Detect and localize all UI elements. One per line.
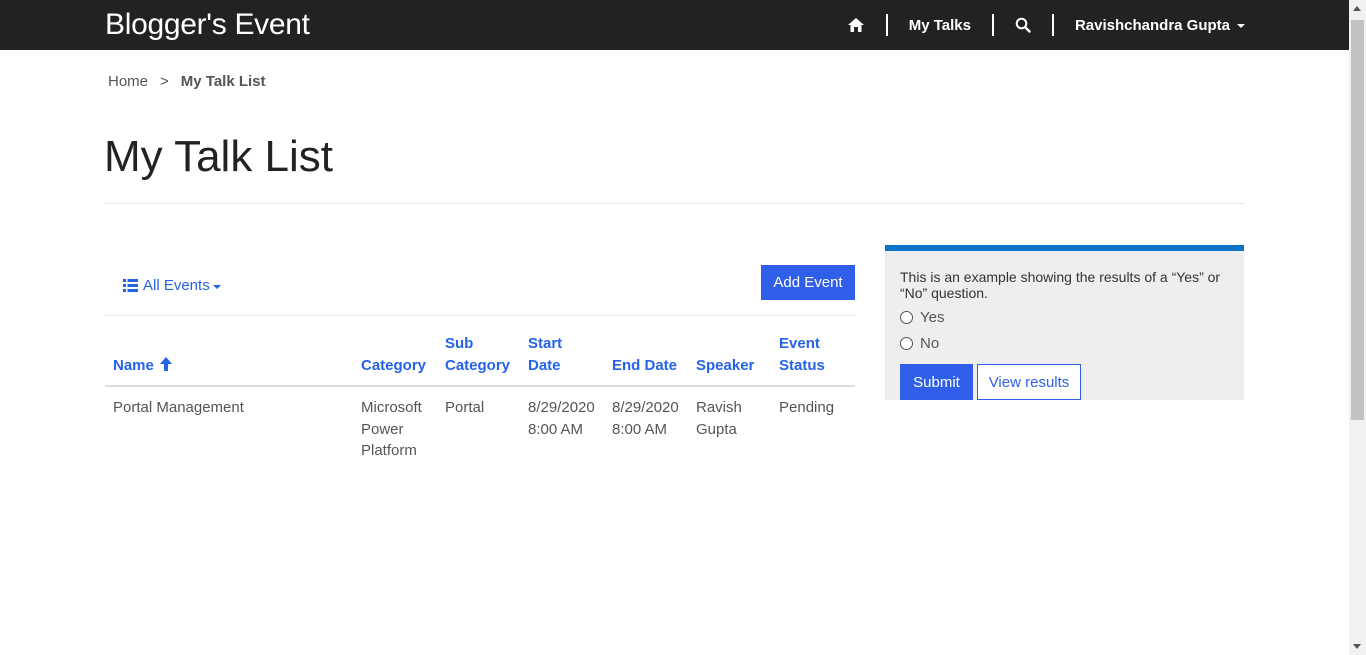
nav-my-talks[interactable]: My Talks <box>909 17 971 34</box>
nav-divider <box>991 14 994 36</box>
all-events-dropdown[interactable]: All Events <box>123 277 221 294</box>
top-navbar: Blogger's Event My Talks Ravishchandra G… <box>0 0 1349 50</box>
table-row[interactable]: Portal Management Microsoft Power Platform… <box>105 386 855 472</box>
brand-logo[interactable]: Blogger's Event <box>105 8 310 42</box>
radio-no[interactable] <box>900 337 913 350</box>
poll-question: This is an example showing the results o… <box>900 269 1221 301</box>
cell-status: Pending <box>779 399 835 416</box>
view-results-button[interactable]: View results <box>977 364 1081 400</box>
table-header-row: Name Category Sub Category Start Date End … <box>105 333 855 387</box>
toolbar-divider <box>105 315 855 316</box>
scroll-down-arrow-icon[interactable] <box>1353 644 1361 649</box>
search-icon[interactable] <box>1015 17 1031 33</box>
arrow-up-icon <box>159 357 172 371</box>
breadcrumb-current: My Talk List <box>180 73 266 90</box>
cell-sub-category: Portal <box>445 399 485 416</box>
radio-yes[interactable] <box>900 311 913 324</box>
nav-divider <box>885 14 888 36</box>
home-icon[interactable] <box>847 17 865 33</box>
header-speaker[interactable]: Speaker <box>688 333 771 387</box>
chevron-down-icon <box>1237 24 1245 28</box>
breadcrumb-home[interactable]: Home <box>108 73 148 90</box>
scroll-thumb[interactable] <box>1351 20 1364 420</box>
header-name[interactable]: Name <box>105 333 353 387</box>
breadcrumb: Home > My Talk List <box>108 73 266 90</box>
talk-table: Name Category Sub Category Start Date End … <box>105 333 855 472</box>
page-title: My Talk List <box>104 132 334 181</box>
nav-divider <box>1051 14 1054 36</box>
header-event-status[interactable]: Event Status <box>771 333 855 387</box>
cell-category: Microsoft Power Platform <box>361 399 422 459</box>
add-event-button[interactable]: Add Event <box>761 265 855 300</box>
header-sub-category[interactable]: Sub Category <box>437 333 520 387</box>
cell-speaker: Ravish Gupta <box>696 399 742 438</box>
poll-option-no[interactable]: No <box>900 335 939 352</box>
cell-end-date: 8/29/2020 8:00 AM <box>612 399 679 438</box>
header-category[interactable]: Category <box>353 333 437 387</box>
nav-menu: My Talks Ravishchandra Gupta <box>847 0 1245 50</box>
poll-option-yes[interactable]: Yes <box>900 309 944 326</box>
breadcrumb-separator: > <box>160 73 169 90</box>
header-end-date[interactable]: End Date <box>604 333 688 387</box>
chevron-down-icon <box>212 284 221 289</box>
list-icon <box>123 279 138 292</box>
cell-name: Portal Management <box>113 399 244 416</box>
title-divider <box>105 203 1244 204</box>
cell-start-date: 8/29/2020 8:00 AM <box>528 399 595 438</box>
user-name: Ravishchandra Gupta <box>1074 16 1230 34</box>
poll-panel: This is an example showing the results o… <box>885 245 1244 400</box>
scroll-up-arrow-icon[interactable] <box>1353 6 1361 11</box>
user-menu[interactable]: Ravishchandra Gupta <box>1075 17 1245 34</box>
all-events-label: All Events <box>143 277 210 294</box>
page-scrollbar[interactable] <box>1349 0 1366 655</box>
submit-button[interactable]: Submit <box>900 364 973 400</box>
header-start-date[interactable]: Start Date <box>520 333 604 387</box>
